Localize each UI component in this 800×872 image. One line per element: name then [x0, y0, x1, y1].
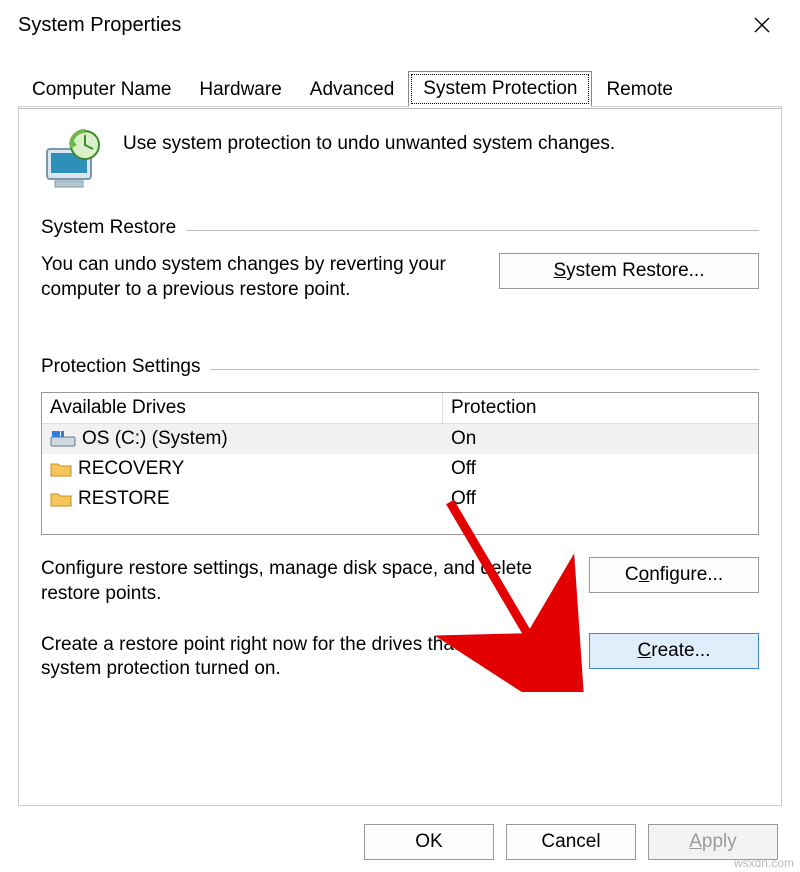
group-protection-settings-header: Protection Settings — [41, 356, 759, 378]
drive-protection: Off — [443, 484, 758, 514]
drive-protection: On — [443, 424, 758, 454]
dialog-footer: OK Cancel Apply — [0, 812, 800, 872]
folder-icon — [50, 461, 72, 477]
folder-icon — [50, 491, 72, 507]
configure-row: Configure restore settings, manage disk … — [41, 557, 759, 606]
system-restore-icon — [41, 127, 107, 193]
tab-divider — [18, 108, 782, 109]
drive-row-recovery[interactable]: RECOVERY Off — [42, 454, 758, 484]
tab-computer-name[interactable]: Computer Name — [18, 73, 185, 107]
drives-header-row: Available Drives Protection — [42, 393, 758, 424]
ok-button[interactable]: OK — [364, 824, 494, 860]
drive-name: OS (C:) (System) — [82, 428, 228, 450]
create-button[interactable]: Create... — [589, 633, 759, 669]
system-properties-window: System Properties Computer Name Hardware… — [0, 0, 800, 872]
system-restore-button[interactable]: System Restore... — [499, 253, 759, 289]
group-system-restore-label: System Restore — [41, 217, 176, 239]
drive-name: RESTORE — [78, 488, 170, 510]
configure-desc: Configure restore settings, manage disk … — [41, 557, 569, 606]
close-icon[interactable] — [742, 5, 782, 45]
col-protection[interactable]: Protection — [443, 393, 758, 423]
tab-remote[interactable]: Remote — [592, 73, 687, 107]
system-restore-desc: You can undo system changes by reverting… — [41, 253, 479, 302]
drive-name: RECOVERY — [78, 458, 184, 480]
group-protection-settings-label: Protection Settings — [41, 356, 200, 378]
tab-system-protection[interactable]: System Protection — [408, 71, 592, 107]
create-row: Create a restore point right now for the… — [41, 633, 759, 682]
drive-row-os[interactable]: OS (C:) (System) On — [42, 424, 758, 454]
tab-hardware[interactable]: Hardware — [185, 73, 295, 107]
create-desc: Create a restore point right now for the… — [41, 633, 569, 682]
tab-panel-system-protection: Use system protection to undo unwanted s… — [18, 106, 782, 806]
drive-protection: Off — [443, 454, 758, 484]
divider — [186, 230, 759, 231]
titlebar: System Properties — [0, 0, 800, 50]
intro-text: Use system protection to undo unwanted s… — [123, 127, 615, 155]
drive-row-restore[interactable]: RESTORE Off — [42, 484, 758, 514]
divider — [210, 369, 759, 370]
window-title: System Properties — [18, 14, 181, 37]
col-available-drives[interactable]: Available Drives — [42, 393, 443, 423]
system-restore-row: You can undo system changes by reverting… — [41, 253, 759, 302]
tab-advanced[interactable]: Advanced — [296, 73, 409, 107]
cancel-button[interactable]: Cancel — [506, 824, 636, 860]
intro-row: Use system protection to undo unwanted s… — [41, 127, 759, 193]
watermark: wsxdn.com — [734, 856, 794, 870]
configure-button[interactable]: Configure... — [589, 557, 759, 593]
drives-empty-space — [42, 514, 758, 534]
drives-list[interactable]: Available Drives Protection OS (C:) (Sys… — [41, 392, 759, 535]
apply-button[interactable]: Apply — [648, 824, 778, 860]
group-system-restore-header: System Restore — [41, 217, 759, 239]
disk-icon — [50, 430, 76, 448]
tab-strip: Computer Name Hardware Advanced System P… — [0, 50, 800, 106]
